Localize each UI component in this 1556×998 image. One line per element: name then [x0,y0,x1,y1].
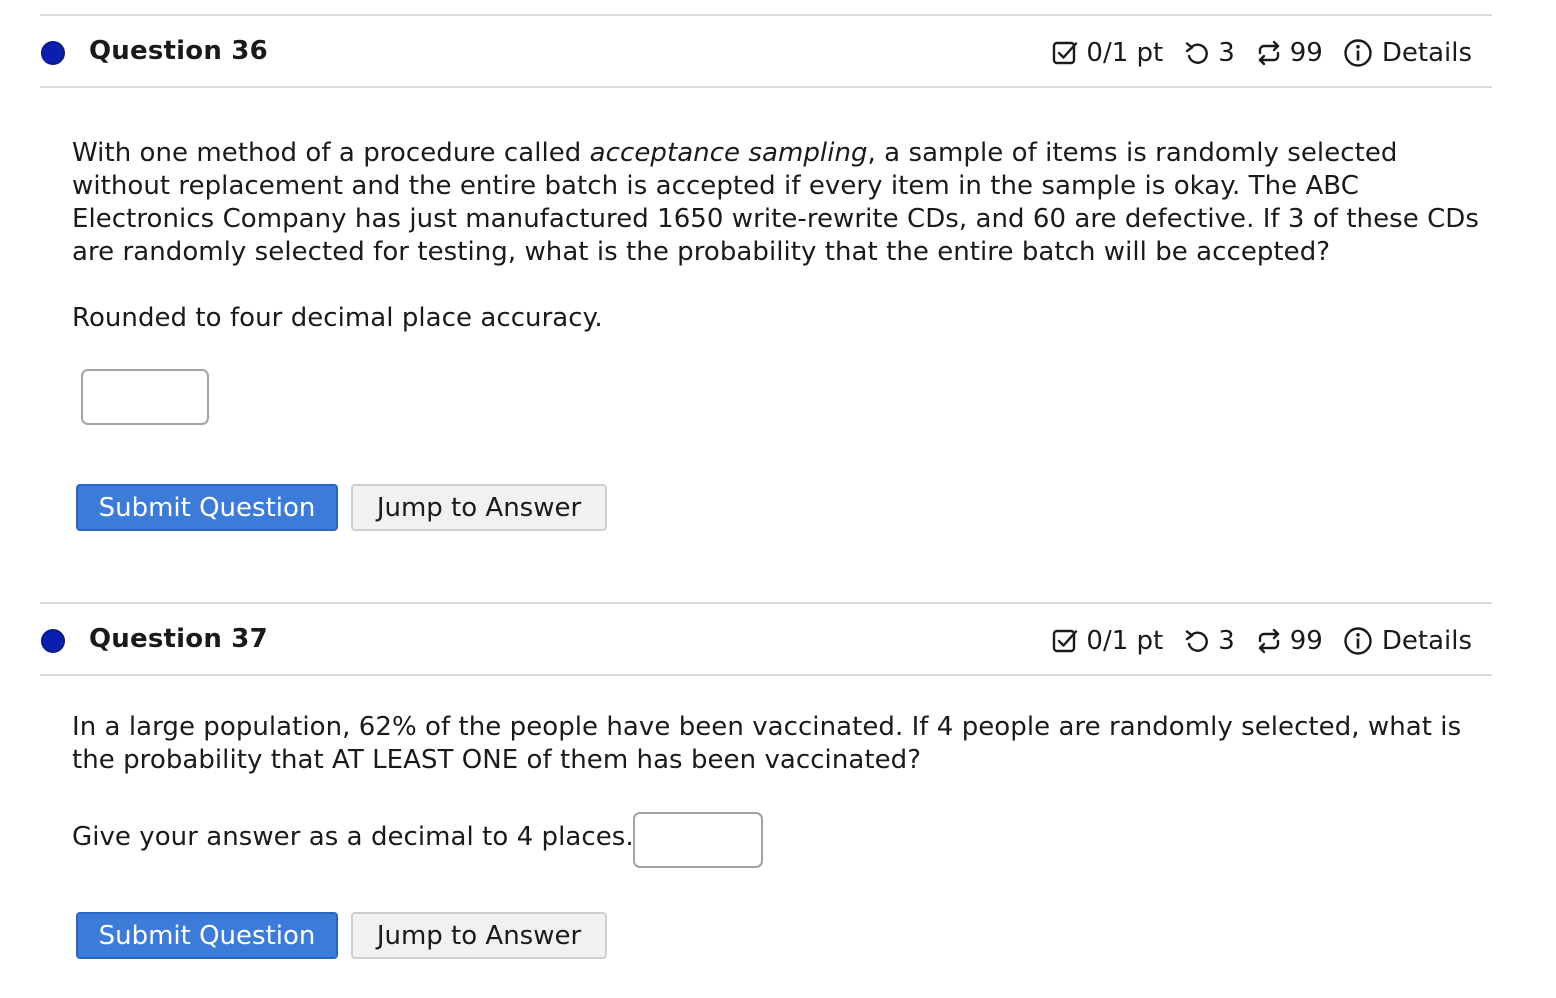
checkbox-icon [1051,39,1079,67]
question-meta: 0/1 pt 3 99 Details [1051,38,1472,68]
submit-question-button[interactable]: Submit Question [76,484,338,531]
question-text-emphasis: acceptance sampling [589,138,868,168]
checkbox-icon [1051,627,1079,655]
question-instruction: Rounded to four decimal place accuracy. [72,302,1482,335]
question-header: Question 37 0/1 pt 3 99 Details [40,602,1492,676]
retries-text: 99 [1289,626,1323,656]
details-link[interactable]: Details [1343,626,1472,656]
question-instruction: Give your answer as a decimal to 4 place… [72,821,634,854]
question-title: Question 36 [89,36,268,66]
question-37: Question 37 0/1 pt 3 99 Details In a lar… [40,602,1492,959]
question-title: Question 37 [89,624,268,654]
question-text-content: In a large population, 62% of the people… [72,712,1462,775]
info-icon[interactable] [1343,38,1373,68]
score-indicator: 0/1 pt [1051,626,1163,656]
details-label[interactable]: Details [1382,626,1472,656]
question-text-part1: With one method of a procedure called [72,138,590,168]
score-text: 0/1 pt [1086,38,1164,68]
retries-text: 99 [1289,38,1323,68]
attempts-indicator: 3 [1183,626,1235,656]
question-36: Question 36 0/1 pt 3 99 Details With one… [40,14,1492,531]
question-header: Question 36 0/1 pt 3 99 Details [40,14,1492,88]
question-text: In a large population, 62% of the people… [72,711,1482,777]
retries-indicator: 99 [1255,626,1323,656]
details-label[interactable]: Details [1382,38,1472,68]
info-icon[interactable] [1343,626,1373,656]
repeat-arrows-icon [1255,39,1283,67]
status-dot-icon [41,41,65,65]
instruction-text: Give your answer as a decimal to 4 place… [72,822,634,852]
undo-arrow-icon [1183,39,1211,67]
score-indicator: 0/1 pt [1051,38,1163,68]
score-text: 0/1 pt [1086,626,1164,656]
question-meta: 0/1 pt 3 99 Details [1051,626,1472,656]
undo-arrow-icon [1183,627,1211,655]
repeat-arrows-icon [1255,627,1283,655]
status-dot-icon [41,629,65,653]
details-link[interactable]: Details [1343,38,1472,68]
question-text: With one method of a procedure called ac… [72,137,1482,269]
retries-indicator: 99 [1255,38,1323,68]
answer-input[interactable] [81,369,209,425]
attempts-text: 3 [1218,38,1235,68]
attempts-text: 3 [1218,626,1235,656]
jump-to-answer-button[interactable]: Jump to Answer [351,912,607,959]
attempts-indicator: 3 [1183,38,1235,68]
instruction-text: Rounded to four decimal place accuracy. [72,303,603,333]
jump-to-answer-button[interactable]: Jump to Answer [351,484,607,531]
submit-question-button[interactable]: Submit Question [76,912,338,959]
answer-input[interactable] [633,812,763,868]
